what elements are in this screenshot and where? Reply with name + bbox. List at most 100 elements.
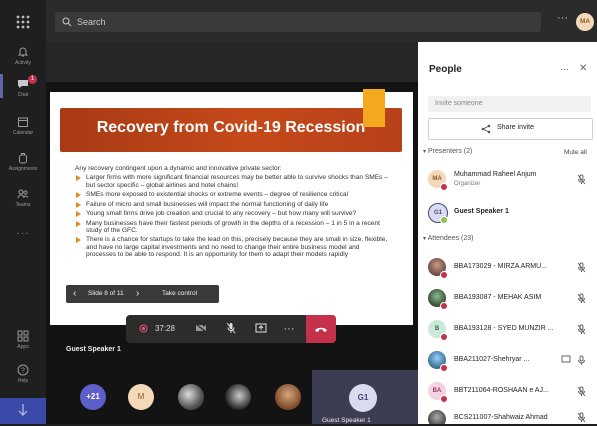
share-icon <box>481 124 491 134</box>
camera-off-button[interactable] <box>188 315 214 343</box>
invite-input[interactable]: Invite someone <box>428 96 591 112</box>
chevron-down-icon: ▾ <box>423 149 427 155</box>
rail-label-calendar: Calendar <box>12 130 34 136</box>
apps-icon <box>17 330 29 342</box>
mute-all-button[interactable]: Mute all <box>564 149 587 156</box>
slide-counter: Slide 8 of 11 <box>88 290 124 297</box>
slide-navigator: ‹ Slide 8 of 11 › Take control <box>66 285 219 303</box>
presenters-header-label: Presenters (2) <box>427 148 473 155</box>
mic-off-icon <box>577 174 586 185</box>
app-launcher-icon[interactable] <box>15 14 31 30</box>
attendees-header[interactable]: ▾ Attendees (23) <box>423 235 474 242</box>
presenter-row[interactable]: G1 Guest Speaker 1 <box>418 199 597 225</box>
rail-label-teams: Teams <box>15 202 31 208</box>
status-dot <box>440 364 448 372</box>
hang-up-icon <box>315 327 327 332</box>
user-initials: MA <box>579 18 591 25</box>
attendee-row[interactable]: B BBA193128 - SYED MUNZIR ... <box>418 318 597 341</box>
rail-label-help: Help <box>17 378 29 384</box>
rail-item-calendar[interactable]: Calendar <box>0 116 46 136</box>
mic-off-icon <box>577 386 586 397</box>
rail-item-help[interactable]: ? Help <box>0 364 46 384</box>
guest-speaker-tile[interactable]: G1 Guest Speaker 1 <box>312 370 418 424</box>
share-screen-icon <box>255 323 267 333</box>
svg-text:?: ? <box>21 368 25 375</box>
chevron-down-icon: ▾ <box>423 236 427 242</box>
more-apps-icon[interactable]: ··· <box>0 228 46 239</box>
presenter-row[interactable]: MA Muhammad Raheel Anjum Organizer <box>418 166 597 192</box>
stage-header <box>46 42 418 82</box>
rail-item-assignments[interactable]: Assignments <box>0 152 46 172</box>
invite-placeholder: Invite someone <box>435 100 483 107</box>
participant-avatar-photo[interactable] <box>275 384 301 410</box>
search-placeholder: Search <box>77 17 106 27</box>
participant-avatar-photo[interactable] <box>178 384 204 410</box>
attendee-row[interactable]: BCS211007-Shahwaiz Ahmad <box>418 408 597 424</box>
slide-lead: Any recovery contingent upon a dynamic a… <box>75 165 282 172</box>
share-screen-button[interactable] <box>248 315 274 343</box>
slide-bullet: There is a chance for startups to take t… <box>75 236 390 258</box>
attendee-name: BBT211064-ROSHAAN e AJ... <box>454 387 549 394</box>
slide-bullet: Many businesses have their fastest perio… <box>75 220 390 235</box>
attendee-row[interactable]: BBA193087 - MEHAK ASIM <box>418 287 597 310</box>
prev-slide-button[interactable]: ‹ <box>73 288 76 299</box>
participant-avatar-m[interactable]: M <box>128 384 154 410</box>
presenters-header[interactable]: ▾ Presenters (2) <box>423 148 472 155</box>
user-avatar[interactable]: MA <box>576 13 594 31</box>
camera-off-icon <box>195 323 207 333</box>
mic-off-icon <box>577 412 586 423</box>
slide-bullet: Failure of micro and small businesses wi… <box>75 201 390 208</box>
mic-off-icon <box>577 262 586 273</box>
slide-bullet: Larger firms with more significant finan… <box>75 174 390 189</box>
screen-share-icon <box>561 355 571 363</box>
rail-label-activity: Activity <box>15 60 31 66</box>
call-timer: 37:28 <box>154 324 176 333</box>
status-dot <box>440 333 448 341</box>
overflow-participants[interactable]: +21 <box>80 384 106 410</box>
next-slide-button[interactable]: › <box>136 288 139 299</box>
record-icon <box>139 324 147 333</box>
more-options-icon[interactable]: ··· <box>557 12 568 24</box>
people-title: People <box>429 64 462 75</box>
search-box[interactable]: Search <box>55 12 541 32</box>
help-icon: ? <box>17 364 29 376</box>
take-control-button[interactable]: Take control <box>162 290 197 297</box>
g1-tile-name: Guest Speaker 1 <box>322 417 371 424</box>
attendee-name: BCS211007-Shahwaiz Ahmad <box>454 414 548 421</box>
attendee-name: BBA193087 - MEHAK ASIM <box>454 294 542 301</box>
rail-item-teams[interactable]: Teams <box>0 188 46 208</box>
attendee-row[interactable]: BA BBT211064-ROSHAAN e AJ... <box>418 380 597 403</box>
status-dot <box>440 395 448 403</box>
rail-label-chat: Chat <box>17 92 29 98</box>
status-dot <box>440 302 448 310</box>
active-speaker-label: Guest Speaker 1 <box>66 346 121 353</box>
presenter-role: Organizer <box>454 181 481 187</box>
mic-off-icon <box>226 323 236 334</box>
presenter-name: Muhammad Raheel Anjum <box>454 171 537 178</box>
teams-icon <box>17 189 29 199</box>
search-icon <box>62 17 72 27</box>
participant-avatar-photo[interactable] <box>225 384 251 410</box>
presenter-name: Guest Speaker 1 <box>454 208 509 215</box>
download-button[interactable] <box>0 398 46 424</box>
rail-label-apps: Apps <box>17 344 29 350</box>
rail-item-chat[interactable]: 1 Chat <box>0 74 46 98</box>
panel-more-icon[interactable]: ··· <box>560 64 569 74</box>
attendee-name: BBA193128 - SYED MUNZIR ... <box>454 325 554 332</box>
g1-avatar: G1 <box>349 384 377 412</box>
mic-off-icon <box>577 293 586 304</box>
close-icon[interactable]: ✕ <box>579 63 587 74</box>
app-rail: Activity 1 Chat Calendar Assignments Tea… <box>0 0 46 424</box>
share-invite-button[interactable]: Share invite <box>428 118 593 140</box>
slide-bullet: SMEs more exposed to existential shocks … <box>75 191 390 199</box>
bell-icon <box>17 47 29 57</box>
mic-off-button[interactable] <box>218 315 244 343</box>
mic-off-icon <box>577 324 586 335</box>
rail-item-activity[interactable]: Activity <box>0 46 46 66</box>
attendee-row[interactable]: BBA173029 - MIRZA ARMU... <box>418 256 597 279</box>
more-actions-button[interactable]: ··· <box>276 315 302 343</box>
hang-up-button[interactable] <box>306 315 336 343</box>
backpack-icon <box>19 153 27 164</box>
rail-item-apps[interactable]: Apps <box>0 330 46 350</box>
attendee-row[interactable]: BBA211027-Shehryar ... <box>418 349 597 372</box>
